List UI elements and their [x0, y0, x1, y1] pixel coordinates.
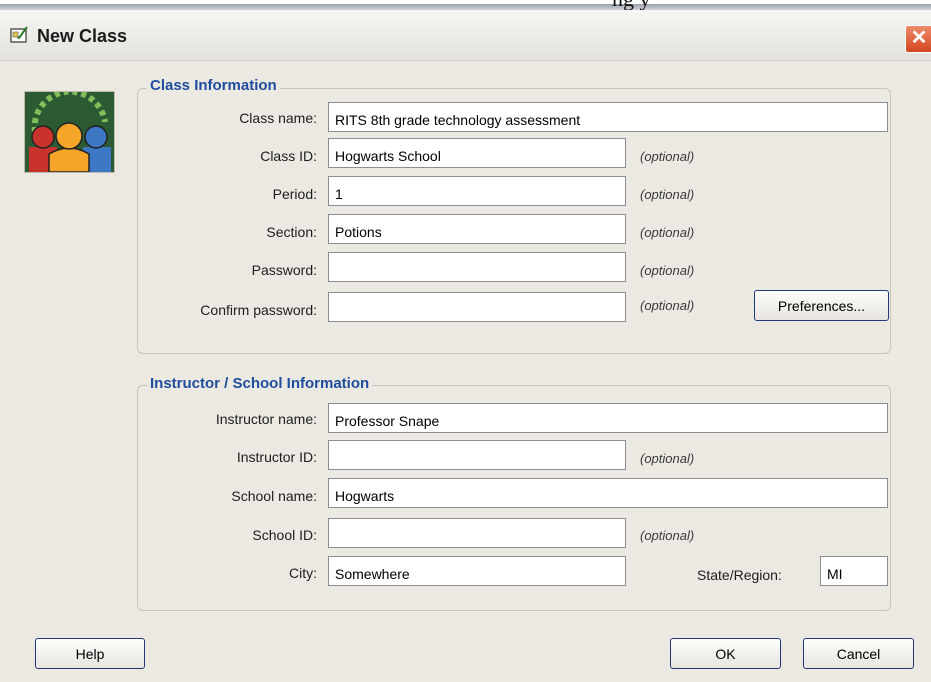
class-information-title: Class Information: [147, 77, 280, 94]
instructor-id-label: Instructor ID:: [236, 449, 317, 465]
school-name-field[interactable]: [328, 478, 888, 508]
instructor-id-field[interactable]: [328, 440, 626, 470]
city-label: City:: [289, 565, 317, 581]
cancel-button[interactable]: Cancel: [803, 638, 914, 669]
school-id-optional: (optional): [640, 528, 695, 543]
class-id-label: Class ID:: [260, 148, 317, 164]
ok-mnemonic: O: [715, 645, 727, 662]
title-bar[interactable]: New Class ✕: [0, 10, 931, 61]
state-region-label: State/Region:: [697, 567, 782, 583]
close-button[interactable]: ✕: [905, 25, 931, 53]
state-region-field[interactable]: [820, 556, 888, 586]
help-mnemonic: H: [75, 645, 86, 662]
password-field[interactable]: [328, 252, 626, 282]
dialog-title: New Class: [37, 26, 128, 46]
school-name-label: School name:: [231, 488, 317, 504]
confirm-password-field[interactable]: [328, 292, 626, 322]
help-label: elp: [85, 645, 105, 662]
password-optional: (optional): [640, 263, 695, 278]
help-button[interactable]: Help: [35, 638, 145, 669]
close-icon: ✕: [910, 27, 928, 49]
confirm-password-label: Confirm password:: [200, 302, 317, 318]
preferences-label: references...: [787, 297, 866, 314]
school-id-field[interactable]: [328, 518, 626, 548]
city-field[interactable]: [328, 556, 626, 586]
instructor-id-optional: (optional): [640, 451, 695, 466]
ok-button[interactable]: OK: [670, 638, 781, 669]
period-optional: (optional): [640, 187, 695, 202]
class-name-label: Class name:: [239, 110, 317, 126]
period-field[interactable]: [328, 176, 626, 206]
class-id-optional: (optional): [640, 149, 695, 164]
people-group-icon: [24, 91, 115, 173]
instructor-school-title: Instructor / School Information: [147, 375, 373, 392]
class-name-field[interactable]: [328, 102, 888, 132]
section-label: Section:: [266, 224, 317, 240]
period-label: Period:: [272, 186, 317, 202]
cancel-label: ancel: [846, 645, 881, 662]
password-label: Password:: [251, 262, 317, 278]
cancel-mnemonic: C: [836, 645, 847, 662]
section-field[interactable]: [328, 214, 626, 244]
new-class-dialog: New Class ✕ Class Information Class name…: [0, 10, 931, 682]
preferences-mnemonic: P: [777, 297, 788, 314]
school-id-label: School ID:: [252, 527, 317, 543]
instructor-name-label: Instructor name:: [215, 411, 317, 427]
preferences-button[interactable]: Preferences...: [754, 290, 889, 321]
instructor-name-field[interactable]: [328, 403, 888, 433]
class-id-field[interactable]: [328, 138, 626, 168]
ok-label: K: [726, 645, 736, 662]
new-class-icon: [10, 26, 28, 43]
section-optional: (optional): [640, 225, 695, 240]
confirm-password-optional: (optional): [640, 298, 695, 313]
